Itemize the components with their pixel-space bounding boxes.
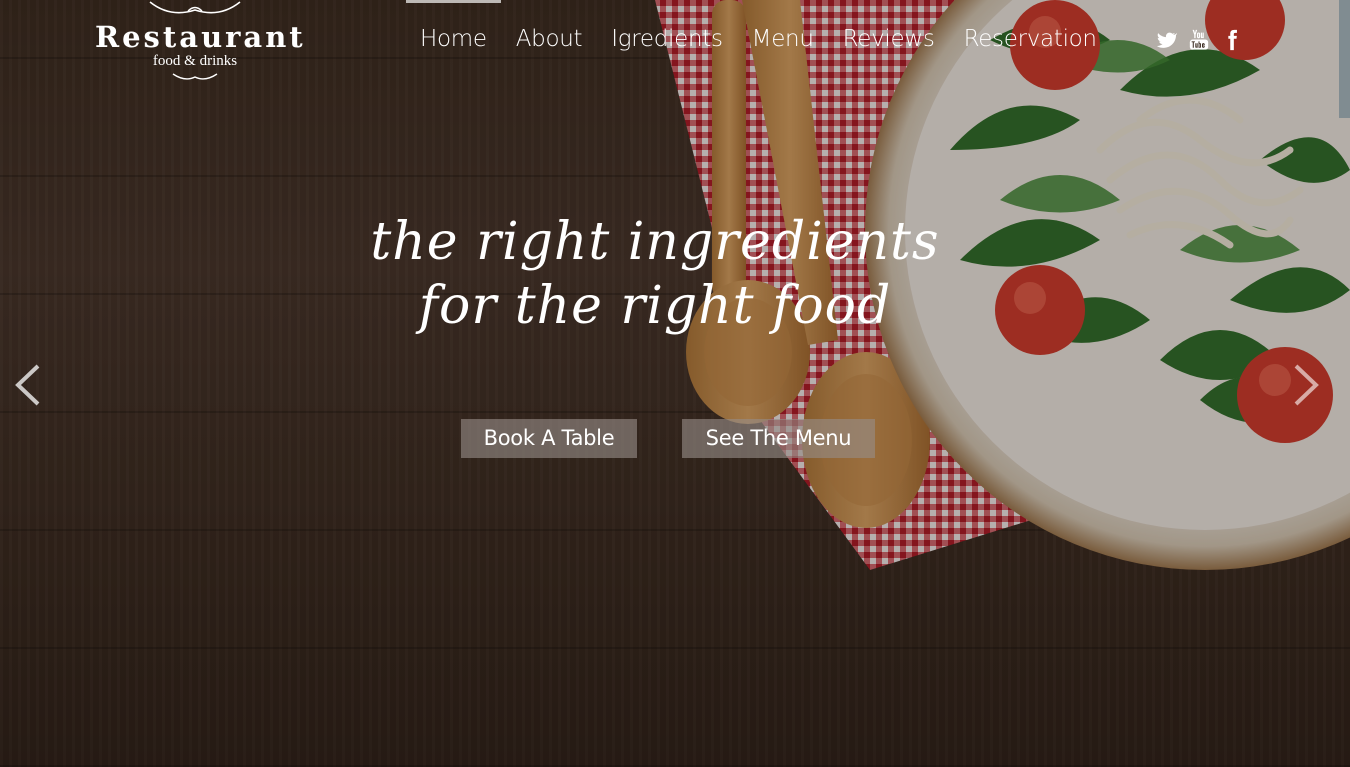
hero-headline-line1: the right ingredients (370, 212, 940, 272)
social-links (1155, 28, 1243, 52)
logo-bottom-flourish-icon (172, 73, 218, 80)
nav-item-about[interactable]: About (502, 0, 598, 86)
hero-section: Restaurant food & drinks Home About Igre… (0, 0, 1350, 767)
nav-item-reservation[interactable]: Reservation (950, 0, 1112, 86)
main-nav: Home About Igredients Menu Reviews Reser… (406, 0, 1112, 86)
carousel-prev-chevron-left-icon[interactable] (8, 360, 48, 410)
youtube-icon[interactable] (1188, 28, 1210, 52)
nav-item-menu[interactable]: Menu (738, 0, 829, 86)
brand-name: Restaurant (95, 20, 306, 54)
edge-strip (1339, 0, 1350, 118)
brand-logo[interactable]: Restaurant food & drinks (95, 0, 306, 95)
brand-tagline: food & drinks (152, 53, 238, 69)
see-the-menu-button[interactable]: See The Menu (682, 419, 875, 458)
hero-headline-line2: for the right food (418, 276, 892, 336)
nav-item-ingredients[interactable]: Igredients (597, 0, 737, 86)
nav-item-home[interactable]: Home (406, 0, 502, 86)
hero-headline: the right ingredients for the right food (300, 210, 1010, 338)
carousel-next-chevron-right-icon[interactable] (1286, 360, 1326, 410)
nav-item-reviews[interactable]: Reviews (829, 0, 950, 86)
hero-dark-overlay (0, 0, 1350, 767)
logo-top-flourish-icon (149, 1, 241, 14)
twitter-icon[interactable] (1155, 28, 1177, 52)
facebook-icon[interactable] (1221, 28, 1243, 52)
book-a-table-button[interactable]: Book A Table (461, 419, 637, 458)
